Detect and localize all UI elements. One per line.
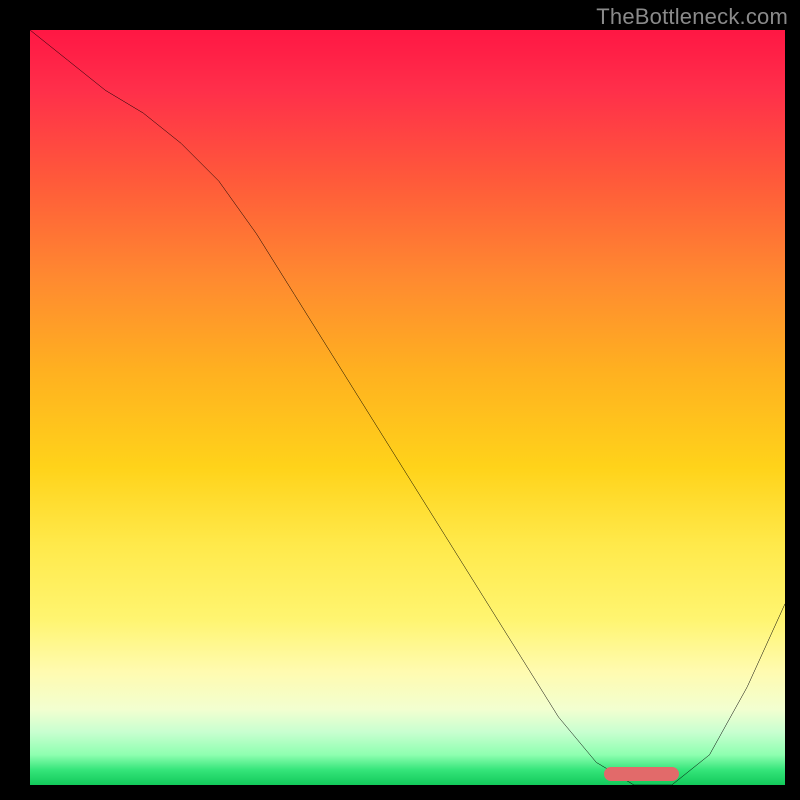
- optimum-range-marker: [604, 767, 680, 781]
- chart-frame: TheBottleneck.com: [0, 0, 800, 800]
- watermark-text: TheBottleneck.com: [596, 4, 788, 30]
- plot-area: [30, 30, 785, 785]
- curve-svg: [30, 30, 785, 785]
- bottleneck-curve: [30, 30, 785, 785]
